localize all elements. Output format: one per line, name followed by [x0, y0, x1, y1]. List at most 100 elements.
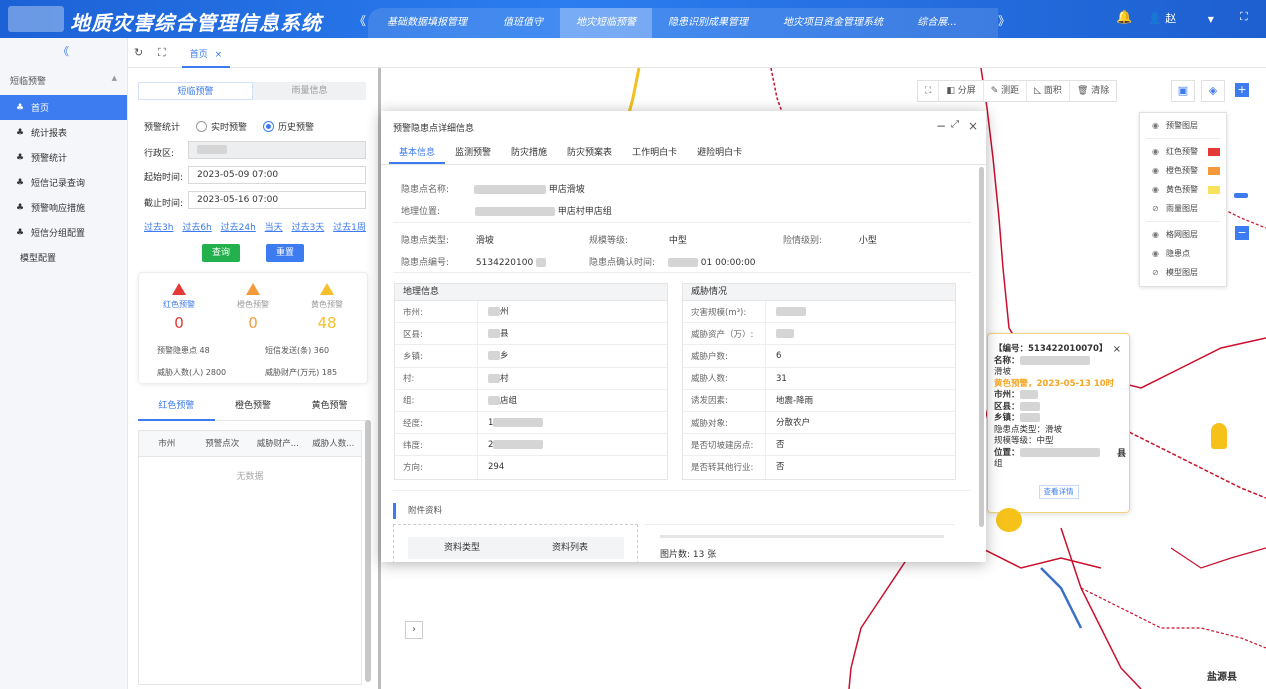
nav-item-short-warning[interactable]: 地灾短临预警 — [560, 8, 652, 38]
sidebar-item-model[interactable]: 模型配置 — [0, 245, 127, 270]
subtab-short-warning[interactable]: 短临预警 — [138, 82, 253, 100]
end-time-field[interactable]: 2023-05-16 07:00 — [188, 191, 366, 209]
layer-grid[interactable]: ◉ 格网图层 — [1140, 225, 1226, 244]
layer-model[interactable]: ⊘ 模型图层 — [1140, 263, 1226, 282]
sidebar: 《 短临预警 ▲ ♣ 首页 ♣ 统计报表 ♣ 预警统计 ♣ 短信记录查询 ♣ 预警响应措施… — [0, 38, 128, 689]
tab-prevention[interactable]: 防灾措施 — [501, 141, 557, 164]
layer-warning[interactable]: ◉ 预警图层 — [1140, 116, 1226, 135]
layer-red[interactable]: ◉ 红色预警 — [1140, 142, 1226, 161]
measure-distance-label: 测距 — [1001, 86, 1020, 96]
radio-realtime[interactable] — [196, 121, 208, 132]
reset-button[interactable]: 重置 — [266, 244, 304, 262]
user-menu[interactable]: 👤 赵 ▼ — [1148, 10, 1228, 26]
location-label: 地理位置: — [401, 207, 441, 217]
geo-info-table: 地理信息 市州: 州 区县: 县 乡镇: 乡 村: 村 组: 店组 经度: 1 纬度: 2 方… — [394, 283, 668, 480]
quick-24h[interactable]: 过去24h — [221, 223, 256, 233]
quick-3d[interactable]: 过去3天 — [292, 223, 325, 233]
quick-1w[interactable]: 过去1周 — [333, 223, 366, 233]
bell-icon[interactable]: 🔔 — [1116, 10, 1132, 25]
col-city[interactable]: 市州 — [139, 431, 195, 456]
warning-orange-icon — [246, 283, 260, 295]
popup-location-row: 位置： — [994, 447, 1123, 460]
stat-threat-people: 威胁人数(人) 2800 — [157, 368, 227, 377]
eye-icon[interactable]: ◉ — [1152, 121, 1166, 130]
sidebar-item-sms-group[interactable]: ♣ 短信分组配置 — [0, 220, 127, 245]
close-icon[interactable]: × — [968, 119, 978, 133]
expand-icon[interactable]: ⛶ — [158, 46, 166, 60]
sidebar-item-response[interactable]: ♣ 预警响应措施 — [0, 195, 127, 220]
zoom-out-button[interactable]: − — [1235, 226, 1249, 240]
close-icon[interactable]: × — [1113, 344, 1121, 356]
radio-history[interactable] — [263, 121, 275, 132]
nav-prev-icon[interactable]: 《 — [354, 12, 366, 29]
eye-icon[interactable]: ◉ — [1152, 166, 1166, 175]
measure-distance-button[interactable]: ✎ 测距 — [984, 81, 1028, 101]
tab-red-warning[interactable]: 红色预警 — [138, 398, 215, 421]
tab-basic-info[interactable]: 基本信息 — [389, 141, 446, 164]
layer-rainfall[interactable]: ⊘ 雨量图层 — [1140, 199, 1226, 218]
layer-hazard[interactable]: ◉ 隐患点 — [1140, 244, 1226, 263]
region-field[interactable] — [188, 141, 366, 159]
eye-icon[interactable]: ◉ — [1152, 185, 1166, 194]
layers-icon[interactable]: ◈ — [1201, 80, 1225, 102]
eye-icon[interactable]: ◉ — [1152, 147, 1166, 156]
tab-plan[interactable]: 防灾预案表 — [557, 141, 622, 164]
expand-panel-button[interactable]: › — [405, 621, 423, 639]
col-assets[interactable]: 威胁财产... — [250, 431, 306, 456]
warning-marker-cluster[interactable] — [996, 508, 1022, 532]
nav-next-icon[interactable]: 》 — [998, 12, 1010, 29]
modal-body: 隐患点名称: 甲店滑坡 地理位置: 甲店村甲店组 隐患点类型: 滑坡 规模等级:… — [381, 166, 986, 562]
zoom-in-button[interactable]: + — [1235, 83, 1249, 97]
query-button[interactable]: 查询 — [202, 244, 240, 262]
split-screen-button[interactable]: ◧ 分屏 — [939, 81, 984, 101]
tab-monitoring[interactable]: 监测预警 — [445, 141, 501, 164]
minimize-icon[interactable]: − — [936, 119, 946, 133]
nav-item-basic-data[interactable]: 基础数据填报管理 — [368, 8, 486, 38]
nav-item-project-funds[interactable]: 地灾项目资金管理系统 — [764, 8, 902, 38]
value-blur — [488, 307, 500, 316]
refresh-icon[interactable]: ↻ — [134, 46, 143, 59]
sidebar-item-report[interactable]: ♣ 统计报表 — [0, 120, 127, 145]
nav-item-hazard-results[interactable]: 隐患识别成果管理 — [652, 8, 764, 38]
eye-off-icon[interactable]: ⊘ — [1152, 204, 1166, 213]
tab-home[interactable]: 首页 × — [182, 47, 230, 68]
locate-icon[interactable]: ⛶ — [918, 81, 940, 101]
sidebar-item-warning-stats[interactable]: ♣ 预警统计 — [0, 145, 127, 170]
sidebar-item-home[interactable]: ♣ 首页 — [0, 95, 127, 120]
tab-evacuation-card[interactable]: 避险明白卡 — [687, 141, 752, 164]
eye-off-icon[interactable]: ⊘ — [1152, 268, 1166, 277]
layer-yellow[interactable]: ◉ 黄色预警 — [1140, 180, 1226, 199]
quick-6h[interactable]: 过去6h — [182, 223, 211, 233]
nav-item-duty[interactable]: 值班值守 — [486, 8, 560, 38]
geo-value: 州 — [477, 301, 667, 323]
start-time-field[interactable]: 2023-05-09 07:00 — [188, 166, 366, 184]
measure-area-button[interactable]: ◺ 面积 — [1027, 81, 1070, 101]
basemap-icon[interactable]: ▣ — [1171, 80, 1195, 102]
modal-scrollbar[interactable] — [979, 167, 984, 527]
stat-orange-value: 0 — [248, 314, 258, 332]
close-icon[interactable]: × — [215, 50, 223, 60]
eye-icon[interactable]: ◉ — [1152, 249, 1166, 258]
eye-icon[interactable]: ◉ — [1152, 230, 1166, 239]
zoom-slider-handle[interactable] — [1234, 193, 1248, 198]
sidebar-item-sms-query[interactable]: ♣ 短信记录查询 — [0, 170, 127, 195]
collapse-icon[interactable]: 《 — [0, 38, 127, 66]
col-people[interactable]: 威胁人数... — [306, 431, 362, 456]
layer-orange[interactable]: ◉ 橙色预警 — [1140, 161, 1226, 180]
tab-yellow-warning[interactable]: 黄色预警 — [291, 398, 369, 421]
subtab-rainfall[interactable]: 雨量信息 — [253, 82, 366, 100]
col-count[interactable]: 预警点次 — [195, 431, 251, 456]
warning-marker[interactable] — [1211, 423, 1227, 449]
quick-3h[interactable]: 过去3h — [144, 223, 173, 233]
panel-scrollbar[interactable] — [365, 420, 371, 682]
nav-item-overview[interactable]: 综合展... — [902, 8, 972, 38]
menu-group-header[interactable]: 短临预警 ▲ — [0, 66, 127, 95]
tab-work-card[interactable]: 工作明白卡 — [622, 141, 687, 164]
view-detail-button[interactable]: 查看详情 — [1038, 484, 1079, 499]
clear-button[interactable]: 🗑 清除 — [1070, 81, 1116, 101]
tab-orange-warning[interactable]: 橙色预警 — [214, 398, 292, 421]
fullscreen-icon[interactable]: ⛶ — [1240, 10, 1248, 24]
maximize-icon[interactable]: ⤢ — [951, 119, 959, 130]
geo-key: 经度: — [403, 418, 423, 429]
quick-today[interactable]: 当天 — [265, 223, 283, 233]
